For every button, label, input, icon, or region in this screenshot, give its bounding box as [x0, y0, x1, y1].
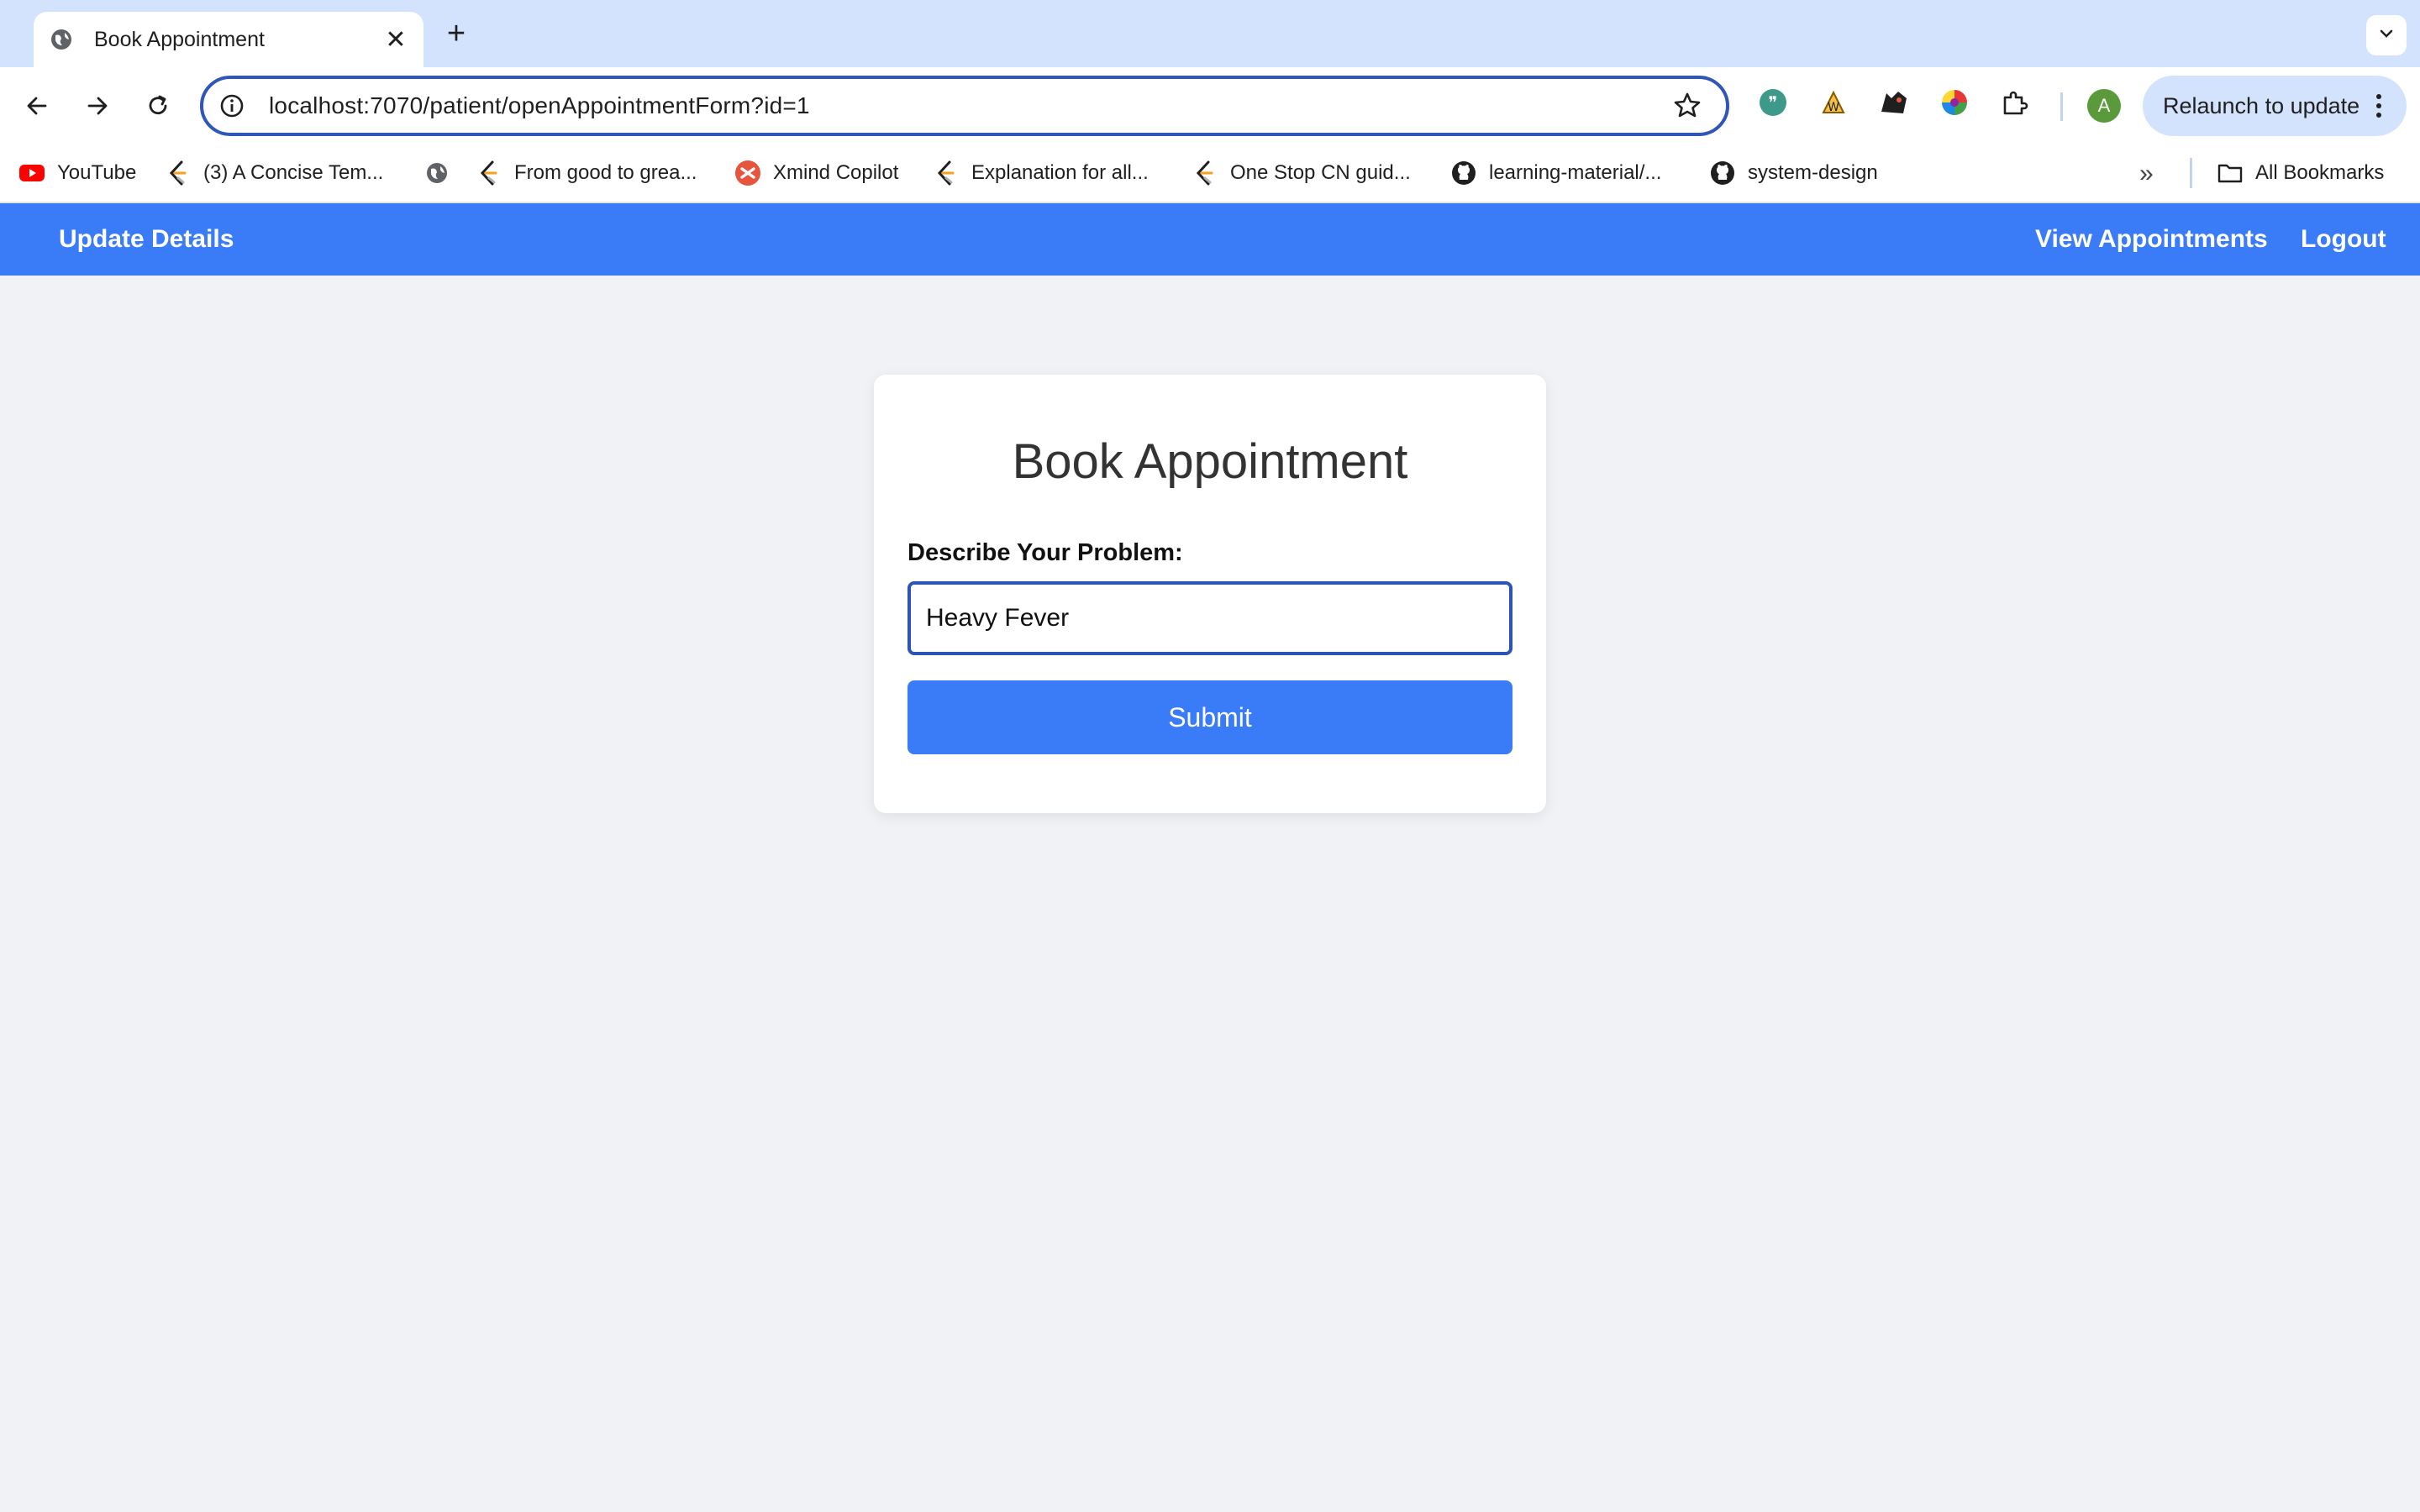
bookmark-label: learning-material/...	[1489, 161, 1662, 184]
writing-extension-icon[interactable]: W	[1817, 86, 1850, 119]
globe-icon	[424, 160, 450, 186]
relaunch-button[interactable]: Relaunch to update	[2143, 76, 2407, 136]
bookmark-star-icon[interactable]	[1672, 91, 1702, 121]
bookmark-item[interactable]: One Stop CN guid...	[1192, 156, 1411, 190]
xmind-icon	[734, 160, 761, 186]
site-info-icon[interactable]	[218, 92, 245, 119]
back-button[interactable]	[17, 86, 57, 126]
globe-icon	[49, 27, 74, 52]
bookmark-item[interactable]: system-design	[1709, 156, 1878, 190]
profile-avatar[interactable]: A	[2087, 89, 2121, 123]
bookmark-label: YouTube	[57, 161, 137, 184]
reload-button[interactable]	[138, 86, 178, 126]
all-bookmarks-button[interactable]: All Bookmarks	[2217, 156, 2384, 190]
chevron-down-icon	[2376, 24, 2396, 48]
bookmark-label: system-design	[1748, 161, 1878, 184]
problem-input[interactable]	[908, 581, 1512, 655]
relaunch-label: Relaunch to update	[2163, 92, 2360, 118]
toolbar-divider	[2060, 92, 2063, 121]
bookmarks-divider	[2190, 158, 2192, 188]
svg-text:❞: ❞	[1769, 92, 1778, 113]
logout-link[interactable]: Logout	[2301, 225, 2386, 254]
grammar-extension-icon[interactable]: ❞	[1756, 86, 1790, 119]
close-tab-icon[interactable]: ✕	[383, 25, 408, 55]
svg-text:W: W	[1828, 101, 1839, 114]
bookmark-label: Explanation for all...	[971, 161, 1149, 184]
bookmark-label: From good to grea...	[514, 161, 697, 184]
leetcode-icon	[165, 160, 192, 186]
tab-search-button[interactable]	[2366, 15, 2407, 55]
view-appointments-link[interactable]: View Appointments	[2035, 225, 2268, 254]
bookmark-item[interactable]	[424, 156, 462, 190]
youtube-icon	[18, 160, 45, 186]
bookmarks-overflow-button[interactable]: »	[2139, 160, 2154, 188]
extensions-puzzle-icon[interactable]	[1998, 86, 2032, 119]
leetcode-icon	[1192, 160, 1218, 186]
bookmark-item[interactable]: Explanation for all...	[933, 156, 1149, 190]
bookmark-item[interactable]: From good to grea...	[476, 156, 697, 190]
new-tab-button[interactable]: +	[442, 15, 471, 52]
more-vertical-icon[interactable]	[2366, 89, 2391, 123]
address-bar[interactable]: localhost:7070/patient/openAppointmentFo…	[200, 76, 1729, 136]
appointment-form-card: Book Appointment Describe Your Problem: …	[874, 375, 1546, 813]
form-title: Book Appointment	[1012, 434, 1408, 489]
tab-title: Book Appointment	[94, 27, 265, 51]
arrow-right-icon	[87, 97, 108, 115]
folder-icon	[2217, 160, 2244, 186]
bookmark-item[interactable]: (3) A Concise Tem...	[165, 156, 383, 190]
leetcode-icon	[476, 160, 502, 186]
reload-icon	[149, 95, 167, 115]
forward-button[interactable]	[77, 86, 118, 126]
active-tab[interactable]: Book Appointment ✕	[34, 12, 424, 67]
bookmark-item[interactable]: Xmind Copilot	[734, 156, 898, 190]
color-wheel-extension-icon[interactable]	[1938, 86, 1971, 119]
bookmark-label: Xmind Copilot	[773, 161, 899, 184]
bookmark-label: One Stop CN guid...	[1230, 161, 1411, 184]
submit-button[interactable]: Submit	[908, 680, 1512, 754]
bookmark-item[interactable]: YouTube	[18, 156, 136, 190]
update-details-link[interactable]: Update Details	[59, 225, 234, 254]
github-icon	[1450, 160, 1477, 186]
leetcode-icon	[933, 160, 960, 186]
arrow-left-icon	[27, 97, 47, 115]
bookmark-item[interactable]: learning-material/...	[1450, 156, 1661, 190]
problem-label: Describe Your Problem:	[908, 539, 1183, 566]
url-text: localhost:7070/patient/openAppointmentFo…	[269, 92, 810, 118]
cat-extension-icon[interactable]	[1877, 86, 1911, 119]
github-icon	[1709, 160, 1736, 186]
all-bookmarks-label: All Bookmarks	[2255, 161, 2385, 184]
bookmark-label: (3) A Concise Tem...	[203, 161, 384, 184]
